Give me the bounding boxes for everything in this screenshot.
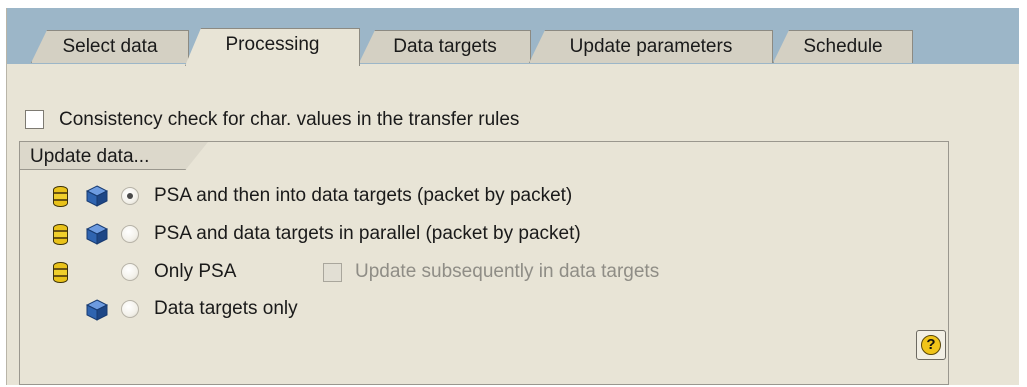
help-icon: ? bbox=[921, 335, 941, 355]
database-icon bbox=[53, 224, 68, 245]
option-psa-parallel-label: PSA and data targets in parallel (packet… bbox=[154, 223, 581, 244]
tab-label: Schedule bbox=[803, 36, 883, 57]
tab-label: Processing bbox=[225, 34, 320, 55]
tab-content-processing: Consistency check for char. values in th… bbox=[7, 66, 1019, 385]
tab-schedule[interactable]: Schedule bbox=[773, 30, 913, 63]
help-button[interactable]: ? bbox=[916, 330, 946, 360]
database-icon bbox=[53, 186, 68, 207]
consistency-check-checkbox[interactable] bbox=[25, 110, 44, 129]
processing-window: Select data Processing Data targets Upda… bbox=[6, 8, 1019, 385]
tab-data-targets[interactable]: Data targets bbox=[359, 30, 531, 63]
tab-select-data[interactable]: Select data bbox=[31, 30, 189, 63]
option-psa-then-targets-label: PSA and then into data targets (packet b… bbox=[154, 185, 573, 206]
option-psa-parallel-radio[interactable] bbox=[121, 225, 139, 243]
update-subsequently-checkbox[interactable] bbox=[323, 263, 342, 282]
consistency-check-label: Consistency check for char. values in th… bbox=[59, 109, 520, 130]
tab-strip: Select data Processing Data targets Upda… bbox=[7, 8, 1019, 66]
option-only-psa-radio[interactable] bbox=[121, 263, 139, 281]
update-subsequently-label: Update subsequently in data targets bbox=[355, 261, 660, 282]
cube-icon bbox=[86, 299, 108, 321]
option-psa-then-targets-radio[interactable] bbox=[121, 187, 139, 205]
cube-icon bbox=[86, 185, 108, 207]
option-data-targets-only-radio[interactable] bbox=[121, 300, 139, 318]
update-data-group: Update data... PSA and then into data ta… bbox=[19, 141, 949, 385]
tab-update-parameters[interactable]: Update parameters bbox=[529, 30, 773, 63]
tab-processing[interactable]: Processing bbox=[185, 28, 360, 66]
tab-label: Data targets bbox=[393, 36, 497, 57]
database-icon bbox=[53, 262, 68, 283]
group-title: Update data... bbox=[20, 142, 208, 170]
cube-icon bbox=[86, 223, 108, 245]
option-data-targets-only-label: Data targets only bbox=[154, 298, 298, 319]
tab-label: Update parameters bbox=[569, 36, 733, 57]
tab-label: Select data bbox=[62, 36, 158, 57]
option-only-psa-label: Only PSA bbox=[154, 261, 237, 282]
